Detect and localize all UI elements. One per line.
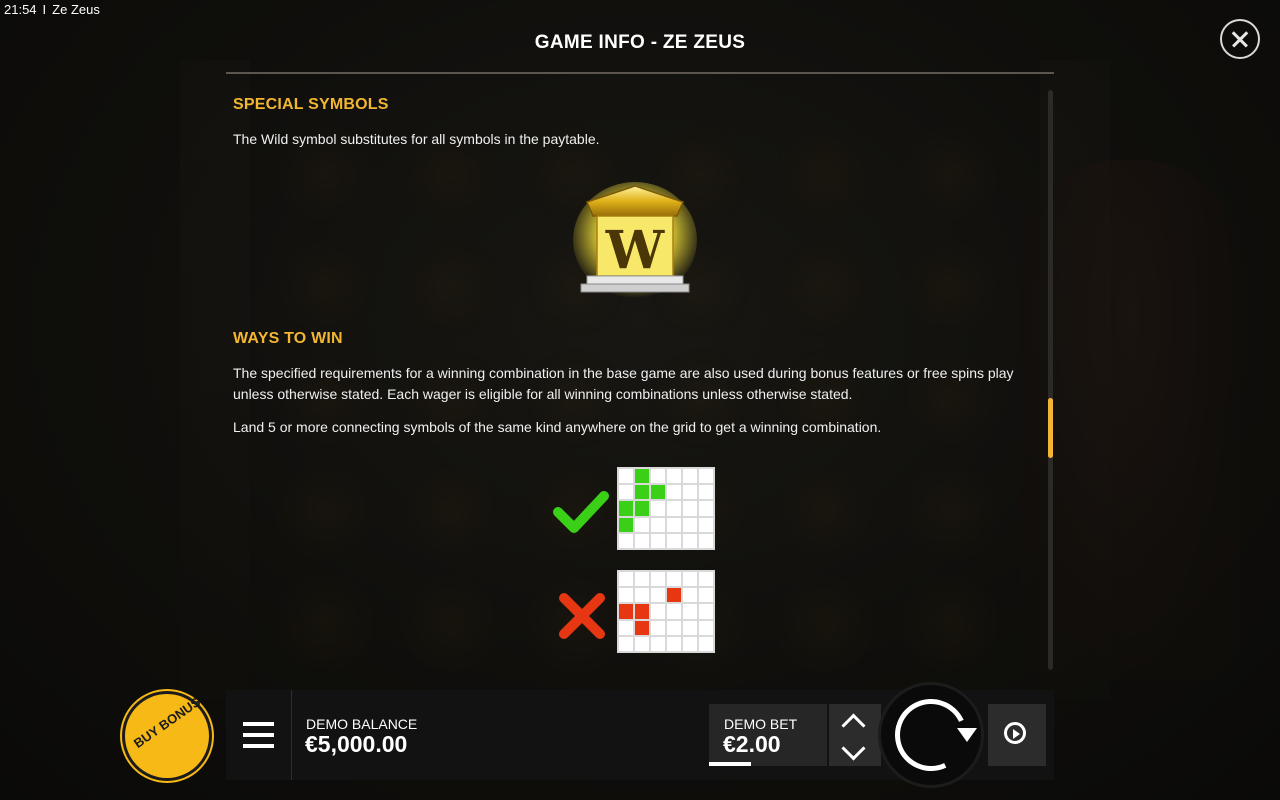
bottom-divider [291, 690, 292, 780]
balance-label: DEMO BALANCE [306, 716, 418, 732]
grid-cell [619, 533, 633, 548]
checkmark-icon [553, 491, 609, 533]
title-divider [226, 72, 1054, 74]
grid-cell [651, 572, 665, 587]
section-title-special-symbols: SPECIAL SYMBOLS [233, 96, 389, 113]
grid-cell [667, 588, 681, 603]
grid-cell [667, 501, 681, 516]
grid-cell [619, 572, 633, 587]
section-title-ways-to-win: WAYS TO WIN [233, 330, 343, 347]
wild-symbol-letter: W [605, 220, 666, 281]
grid-cell [667, 604, 681, 619]
grid-cell [683, 485, 697, 500]
autoplay-icon [1004, 722, 1026, 744]
menu-icon[interactable] [243, 722, 274, 748]
ways-to-win-text-1: The specified requirements for a winning… [233, 365, 1014, 402]
grid-cell [699, 636, 713, 651]
wild-symbol-icon: W [573, 182, 697, 298]
valid-combination-grid [617, 467, 715, 550]
special-symbols-text: The Wild symbol substitutes for all symb… [233, 131, 600, 147]
balance-value: €5,000.00 [305, 731, 408, 757]
grid-cell [619, 469, 633, 484]
page-title: GAME INFO - ZE ZEUS [534, 32, 746, 53]
grid-cell [651, 485, 665, 500]
grid-cell [651, 517, 665, 532]
grid-cell [683, 620, 697, 635]
grid-cell [699, 501, 713, 516]
grid-cell [635, 572, 649, 587]
grid-cell [619, 604, 633, 619]
scrollbar-track[interactable] [1048, 90, 1053, 670]
grid-cell [619, 636, 633, 651]
grid-cell [635, 636, 649, 651]
grid-cell [667, 517, 681, 532]
grid-cell [683, 533, 697, 548]
grid-cell [683, 501, 697, 516]
grid-cell [699, 469, 713, 484]
grid-cell [667, 485, 681, 500]
spin-arrow-icon [957, 728, 977, 742]
grid-cell [683, 588, 697, 603]
ways-to-win-text-2: Land 5 or more connecting symbols of the… [233, 419, 882, 435]
grid-cell [651, 501, 665, 516]
grid-cell [635, 501, 649, 516]
grid-cell [619, 517, 633, 532]
grid-cell [683, 636, 697, 651]
grid-cell [667, 636, 681, 651]
status-time: 21:54 [4, 2, 37, 17]
scrollbar-thumb[interactable] [1048, 398, 1053, 458]
bet-label: DEMO BET [724, 716, 798, 732]
grid-cell [667, 572, 681, 587]
grid-cell [619, 501, 633, 516]
grid-cell [635, 517, 649, 532]
grid-cell [619, 588, 633, 603]
grid-cell [667, 620, 681, 635]
grid-cell [651, 636, 665, 651]
status-app-name: Ze Zeus [52, 2, 100, 17]
status-bar: 21:54 I Ze Zeus [4, 2, 106, 17]
grid-cell [635, 620, 649, 635]
grid-cell [699, 485, 713, 500]
grid-cell [667, 469, 681, 484]
grid-cell [699, 572, 713, 587]
grid-cell [683, 572, 697, 587]
grid-cell [699, 517, 713, 532]
grid-cell [699, 604, 713, 619]
grid-cell [651, 533, 665, 548]
grid-cell [635, 469, 649, 484]
grid-cell [699, 620, 713, 635]
grid-cell [667, 533, 681, 548]
grid-cell [635, 533, 649, 548]
grid-cell [635, 588, 649, 603]
grid-cell [651, 469, 665, 484]
grid-cell [651, 620, 665, 635]
grid-cell [683, 469, 697, 484]
grid-cell [683, 604, 697, 619]
cross-icon [559, 593, 605, 639]
invalid-combination-grid [617, 570, 715, 653]
grid-cell [651, 588, 665, 603]
grid-cell [683, 517, 697, 532]
close-icon[interactable] [1220, 19, 1260, 59]
grid-cell [635, 604, 649, 619]
grid-cell [651, 604, 665, 619]
bet-level-indicator [709, 762, 751, 766]
bet-value: €2.00 [723, 731, 781, 757]
grid-cell [699, 533, 713, 548]
grid-cell [635, 485, 649, 500]
grid-cell [699, 588, 713, 603]
grid-cell [619, 620, 633, 635]
status-separator: I [42, 2, 47, 17]
grid-cell [619, 485, 633, 500]
